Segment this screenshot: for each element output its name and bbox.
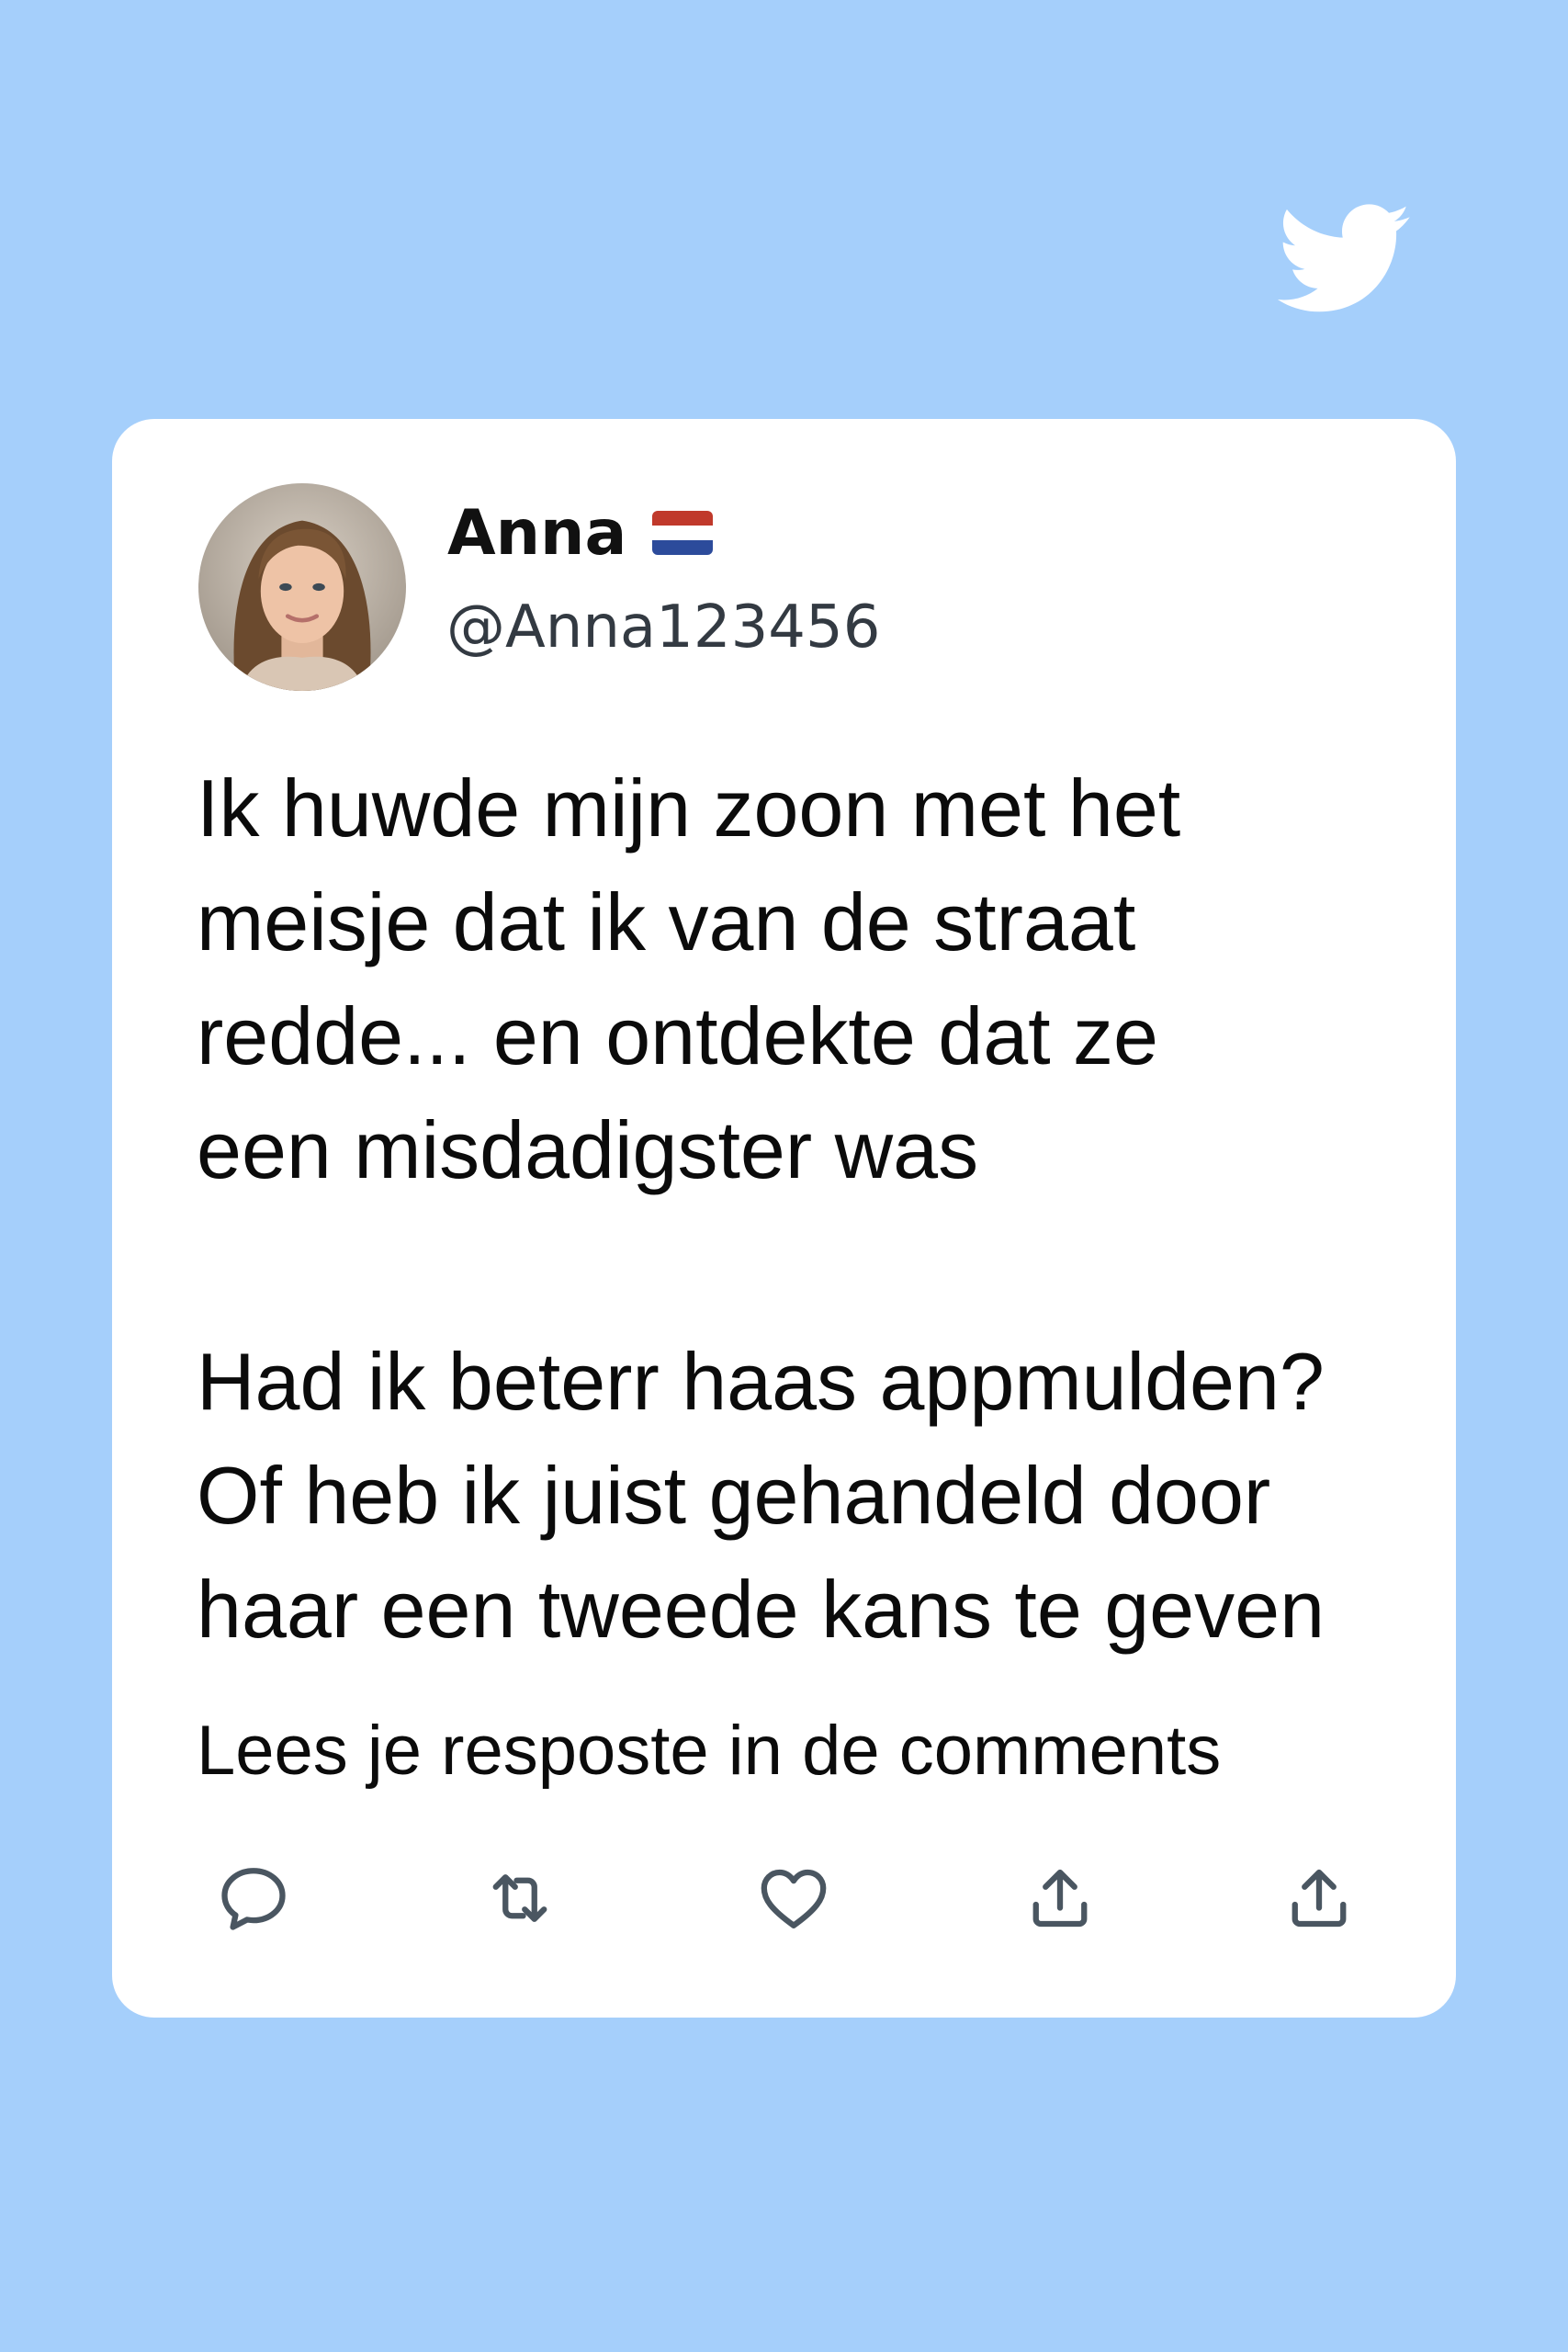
tweet-line: meisje dat ik van de straat <box>197 876 1136 967</box>
tweet-body-paragraph-1: Ik huwde mijn zoon met het meisje dat ik … <box>197 752 1432 1207</box>
tweet-line: Of heb ik juist gehandeld door <box>197 1450 1271 1541</box>
like-button[interactable] <box>755 1860 832 1937</box>
share-button[interactable] <box>1021 1860 1099 1937</box>
call-to-action: Lees je resposte in de comments <box>197 1712 1222 1790</box>
reply-button[interactable] <box>215 1860 292 1937</box>
share-icon <box>1292 1869 1347 1928</box>
tweet-line: Had ik beterr haas appmulden? <box>197 1336 1325 1427</box>
tweet-line: haar een tweede kans te geven <box>197 1564 1325 1655</box>
tweet-line: Ik huwde mijn zoon met het <box>197 763 1181 854</box>
comment-icon <box>221 1868 286 1930</box>
tweet-line: redde... en ontdekte dat ze <box>197 990 1158 1081</box>
twitter-bird-icon <box>1257 188 1427 328</box>
retweet-icon <box>492 1874 547 1922</box>
tweet-body-paragraph-2: Had ik beterr haas appmulden? Of heb ik j… <box>197 1325 1432 1667</box>
author-display-name[interactable]: Anna <box>447 496 714 570</box>
retweet-button[interactable] <box>481 1860 558 1937</box>
author-handle[interactable]: @Anna123456 <box>446 594 880 662</box>
author-name[interactable]: Anna <box>447 497 626 570</box>
tweet-line: een misdadigster was <box>197 1104 979 1195</box>
share-icon <box>1032 1869 1088 1928</box>
share-button[interactable] <box>1280 1860 1358 1937</box>
netherlands-flag-icon <box>652 511 714 555</box>
user-avatar[interactable] <box>198 483 406 691</box>
tweet-card: Anna @Anna123456 Ik huwde mijn zoon met … <box>112 419 1456 2018</box>
heart-icon <box>761 1869 827 1928</box>
